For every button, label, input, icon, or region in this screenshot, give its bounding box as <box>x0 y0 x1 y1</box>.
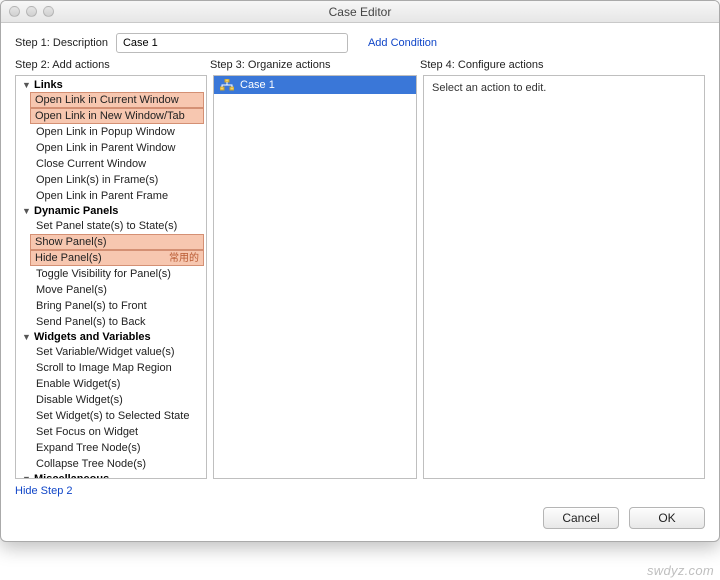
case-editor-window: Case Editor Step 1: Description Add Cond… <box>0 0 720 542</box>
watermark: swdyz.com <box>647 563 714 578</box>
group-links-header[interactable]: ▼ Links <box>16 78 206 92</box>
traffic-lights[interactable] <box>9 6 54 17</box>
action-send-panels-back[interactable]: Send Panel(s) to Back <box>16 314 206 330</box>
window-title: Case Editor <box>329 5 392 19</box>
configure-panel: Select an action to edit. <box>423 75 705 479</box>
hide-step2-link[interactable]: Hide Step 2 <box>15 485 705 497</box>
ok-button[interactable]: OK <box>629 507 705 529</box>
chevron-down-icon: ▼ <box>22 206 32 216</box>
action-open-link-new-window[interactable]: Open Link in New Window/Tab <box>30 108 204 124</box>
chevron-down-icon: ▼ <box>22 332 32 342</box>
action-set-panel-state[interactable]: Set Panel state(s) to State(s) <box>16 218 206 234</box>
action-scroll-image-map[interactable]: Scroll to Image Map Region <box>16 360 206 376</box>
action-show-panels[interactable]: Show Panel(s) <box>30 234 204 250</box>
action-move-panels[interactable]: Move Panel(s) <box>16 282 206 298</box>
group-links-label: Links <box>34 79 63 91</box>
group-widgets-header[interactable]: ▼ Widgets and Variables <box>16 330 206 344</box>
description-input[interactable] <box>116 33 348 53</box>
case-label: Case 1 <box>240 79 275 91</box>
action-set-variable-widget[interactable]: Set Variable/Widget value(s) <box>16 344 206 360</box>
configure-message: Select an action to edit. <box>424 76 704 100</box>
group-widgets-label: Widgets and Variables <box>34 331 151 343</box>
step3-label: Step 3: Organize actions <box>210 59 420 71</box>
step4-label: Step 4: Configure actions <box>420 59 705 71</box>
case-icon <box>220 79 234 91</box>
action-collapse-tree-nodes[interactable]: Collapse Tree Node(s) <box>16 456 206 472</box>
window-content: Step 1: Description Add Condition Step 2… <box>1 23 719 541</box>
group-misc-header[interactable]: ▼ Miscellaneous <box>16 472 206 479</box>
action-open-link-parent-frame[interactable]: Open Link in Parent Frame <box>16 188 206 204</box>
group-misc-label: Miscellaneous <box>34 473 109 479</box>
cancel-button[interactable]: Cancel <box>543 507 619 529</box>
minimize-icon[interactable] <box>26 6 37 17</box>
action-open-link-parent-window[interactable]: Open Link in Parent Window <box>16 140 206 156</box>
action-close-current-window[interactable]: Close Current Window <box>16 156 206 172</box>
action-bring-panels-front[interactable]: Bring Panel(s) to Front <box>16 298 206 314</box>
actions-tree-panel: ▼ Links Open Link in Current Window Open… <box>15 75 207 479</box>
close-icon[interactable] <box>9 6 20 17</box>
action-set-focus-widget[interactable]: Set Focus on Widget <box>16 424 206 440</box>
action-open-link-current[interactable]: Open Link in Current Window <box>30 92 204 108</box>
action-open-link-popup[interactable]: Open Link in Popup Window <box>16 124 206 140</box>
case-row[interactable]: Case 1 <box>214 76 416 94</box>
highlight-badge: 常用的 <box>169 252 199 266</box>
action-hide-panels-label: Hide Panel(s) <box>35 252 102 264</box>
group-dynamic-header[interactable]: ▼ Dynamic Panels <box>16 204 206 218</box>
chevron-down-icon: ▼ <box>22 474 32 479</box>
window-titlebar: Case Editor <box>1 1 719 23</box>
step2-label: Step 2: Add actions <box>15 59 210 71</box>
action-set-widgets-selected[interactable]: Set Widget(s) to Selected State <box>16 408 206 424</box>
chevron-down-icon: ▼ <box>22 80 32 90</box>
zoom-icon[interactable] <box>43 6 54 17</box>
action-disable-widgets[interactable]: Disable Widget(s) <box>16 392 206 408</box>
add-condition-link[interactable]: Add Condition <box>368 37 437 49</box>
group-dynamic-label: Dynamic Panels <box>34 205 118 217</box>
action-open-links-in-frames[interactable]: Open Link(s) in Frame(s) <box>16 172 206 188</box>
action-toggle-panel-visibility[interactable]: Toggle Visibility for Panel(s) <box>16 266 206 282</box>
action-hide-panels[interactable]: Hide Panel(s) 常用的 <box>30 250 204 266</box>
step1-label: Step 1: Description <box>15 37 108 49</box>
action-expand-tree-nodes[interactable]: Expand Tree Node(s) <box>16 440 206 456</box>
action-enable-widgets[interactable]: Enable Widget(s) <box>16 376 206 392</box>
organize-panel: Case 1 <box>213 75 417 479</box>
